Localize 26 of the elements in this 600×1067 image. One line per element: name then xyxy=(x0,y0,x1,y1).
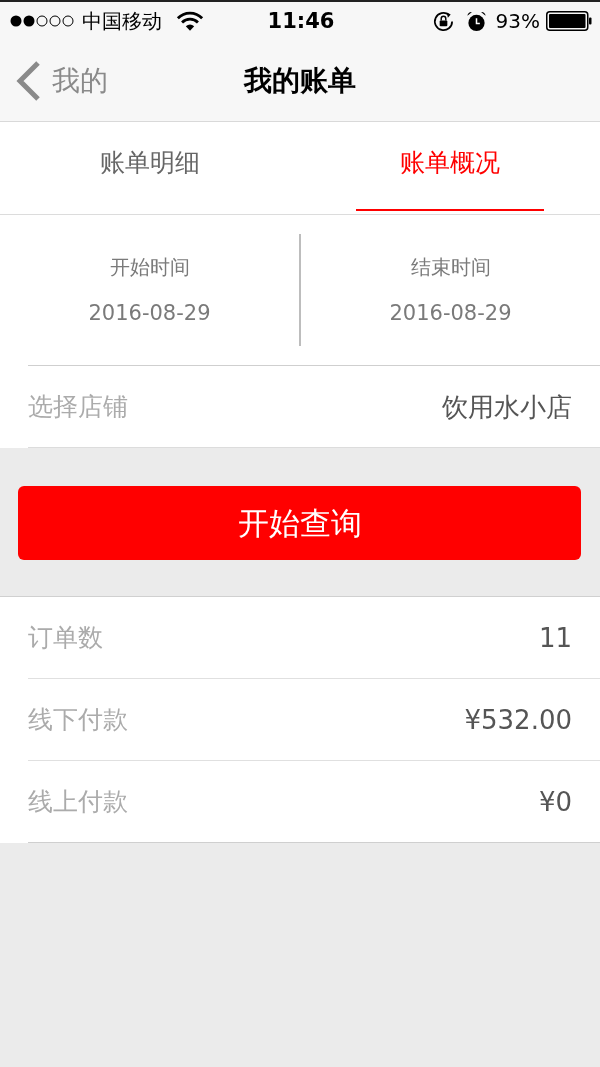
battery-icon xyxy=(546,11,592,31)
tab[interactable]: 账单明细 xyxy=(56,122,244,211)
summary-value: 11 xyxy=(538,621,572,654)
signal-icon xyxy=(10,15,74,27)
summary-label: 线上付款 xyxy=(28,785,128,818)
date-field[interactable]: 2016-08-29 xyxy=(389,300,512,326)
carrier-name: 中国移动 xyxy=(82,9,162,33)
chevron-left-icon xyxy=(14,59,42,102)
page-title: 我的账单 xyxy=(244,63,356,98)
back-button[interactable]: 我的 xyxy=(14,55,112,106)
rotation-lock-icon xyxy=(431,9,455,33)
date-field[interactable]: 2016-08-29 xyxy=(88,300,211,326)
summary-label: 订单数 xyxy=(28,621,103,654)
alarm-clock-icon xyxy=(465,10,487,32)
summary-value: ¥0 xyxy=(538,785,572,818)
query-button[interactable]: 开始查询 xyxy=(18,486,581,560)
summary-value: ¥532.00 xyxy=(464,703,572,736)
store-label: 选择店铺 xyxy=(28,390,128,423)
status-time: 11:46 xyxy=(267,9,335,33)
summary-label: 线下付款 xyxy=(28,703,128,736)
date-label: 开始时间 xyxy=(109,254,190,280)
tab[interactable]: 账单概况 xyxy=(356,122,544,211)
date-label: 结束时间 xyxy=(410,254,491,280)
store-selector[interactable]: 饮用水小店 xyxy=(442,390,572,423)
battery-percent: 93% xyxy=(495,9,540,33)
wifi-icon xyxy=(176,10,204,32)
